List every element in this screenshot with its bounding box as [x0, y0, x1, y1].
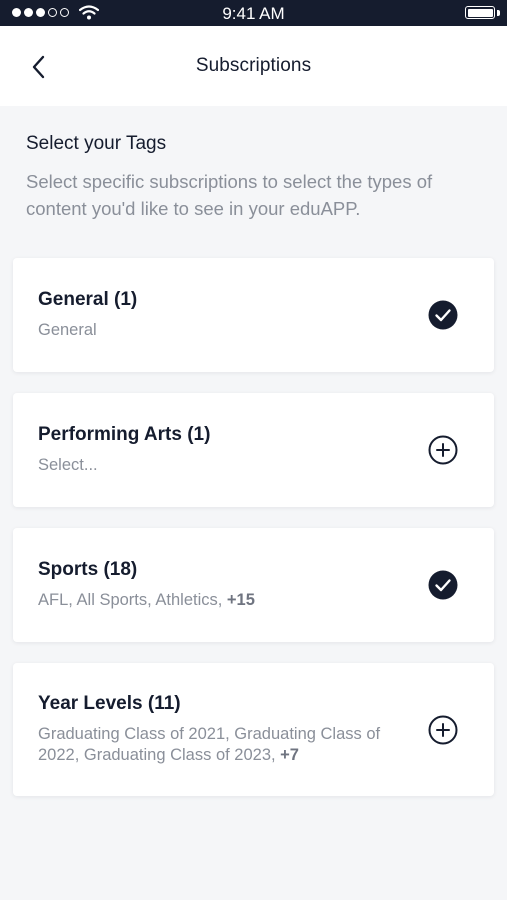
subscription-card-year-levels[interactable]: Year Levels (11) Graduating Class of 202…	[13, 663, 494, 796]
subscription-card-performing-arts[interactable]: Performing Arts (1) Select...	[13, 393, 494, 507]
battery-tip	[497, 10, 500, 16]
card-subtitle-text: Select...	[38, 456, 98, 474]
card-title: General (1)	[38, 289, 138, 310]
card-subtitle: AFL, All Sports, Athletics, +15	[38, 590, 424, 611]
card-title: Year Levels (11)	[38, 693, 181, 714]
card-subtitle-text: AFL, All Sports, Athletics,	[38, 591, 223, 609]
subscription-list: General (1) General Performing Arts (1) …	[0, 258, 507, 796]
back-button[interactable]	[22, 50, 56, 84]
card-title: Sports (18)	[38, 559, 138, 580]
card-subtitle-extra-count: +7	[280, 746, 299, 764]
section-description: Select specific subscriptions to select …	[26, 171, 433, 219]
card-subtitle: General	[38, 320, 424, 341]
check-circle-icon[interactable]	[428, 300, 458, 330]
chevron-left-icon	[32, 55, 45, 79]
status-time: 9:41 AM	[222, 4, 285, 23]
section-title: Select your Tags	[26, 133, 167, 154]
card-subtitle-text: Graduating Class of 2021, Graduating Cla…	[38, 725, 381, 764]
status-bar: 9:41 AM	[0, 0, 507, 26]
intro-section: Select your Tags Select specific subscri…	[0, 106, 507, 222]
card-title: Performing Arts (1)	[38, 424, 211, 445]
card-subtitle: Graduating Class of 2021, Graduating Cla…	[38, 724, 424, 766]
nav-bar: Subscriptions	[0, 26, 507, 106]
page-title: Subscriptions	[195, 55, 312, 76]
card-subtitle-extra-count: +15	[226, 591, 255, 609]
check-circle-icon[interactable]	[428, 570, 458, 600]
battery-icon	[465, 6, 495, 19]
subscription-card-general[interactable]: General (1) General	[13, 258, 494, 372]
subscription-card-sports[interactable]: Sports (18) AFL, All Sports, Athletics, …	[13, 528, 494, 642]
plus-circle-icon[interactable]	[428, 435, 458, 465]
plus-circle-icon[interactable]	[428, 715, 458, 745]
card-subtitle: Select...	[38, 455, 424, 476]
card-subtitle-text: General	[38, 321, 97, 339]
